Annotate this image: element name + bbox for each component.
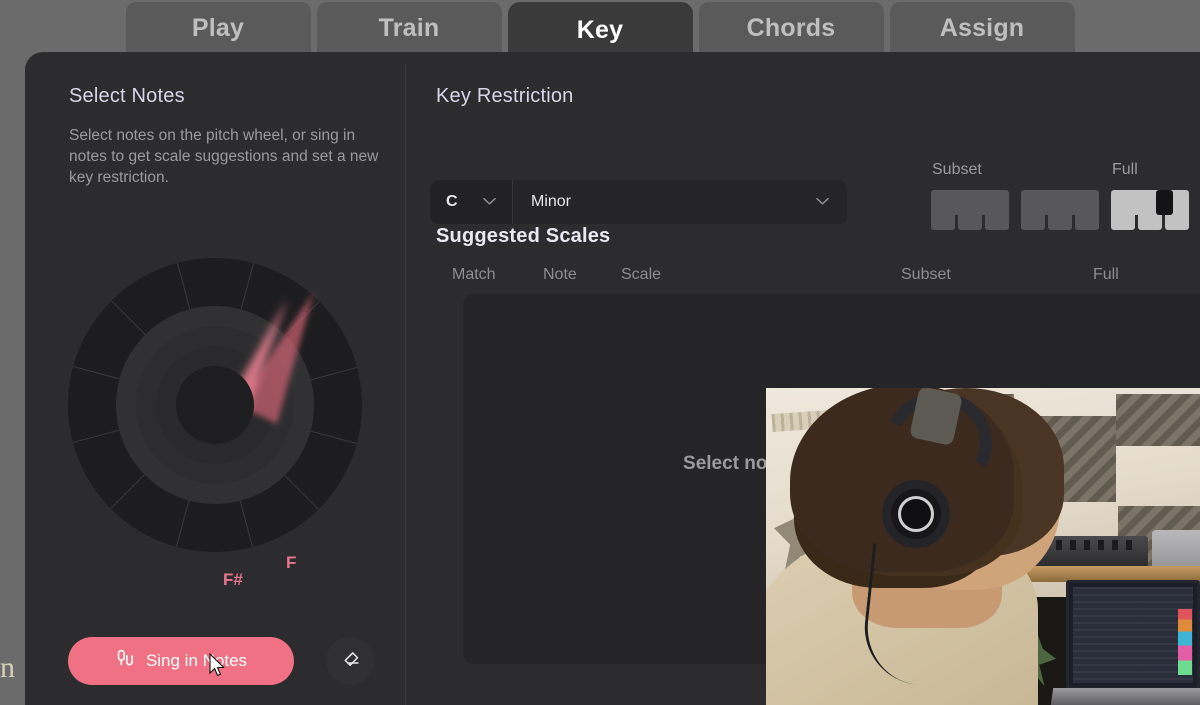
microphone-icon <box>115 648 136 674</box>
tab-key[interactable]: Key <box>507 2 693 58</box>
suggested-scales-title: Suggested Scales <box>436 225 611 247</box>
pitch-wheel-note-fsharp[interactable]: F# <box>223 570 243 590</box>
tab-bar: Play Train Key Chords Assign <box>0 0 1200 58</box>
daw-color-clips <box>1178 609 1192 675</box>
edge-glyph: n <box>0 651 15 684</box>
piano-preview-subset <box>931 190 1099 230</box>
tab-label: Key <box>576 15 624 44</box>
tab-assign[interactable]: Assign <box>889 2 1075 54</box>
webcam-video-overlay[interactable] <box>766 388 1200 705</box>
sing-in-notes-label: Sing in Notes <box>145 651 248 670</box>
daw-interface <box>1073 587 1193 683</box>
scale-select[interactable]: Minor <box>513 180 847 224</box>
root-note-select[interactable]: C <box>430 180 513 224</box>
pane-description: Select notes on the pitch wheel, or sing… <box>69 127 379 186</box>
tab-label: Assign <box>939 13 1025 42</box>
laptop-screen <box>1066 580 1200 690</box>
tab-train[interactable]: Train <box>316 2 502 54</box>
scale-value: Minor <box>531 193 572 210</box>
key-restriction-title: Key Restriction <box>436 85 574 107</box>
pitch-wheel[interactable]: F# F <box>68 258 362 589</box>
key-restriction-controls: C Minor <box>430 180 847 224</box>
select-notes-pane: Select Notes Select notes on the pitch w… <box>25 52 405 705</box>
piano-preview-full-label: Full <box>1112 161 1138 178</box>
mini-keyboard <box>1111 190 1189 230</box>
sing-in-notes-button[interactable]: Sing in Notes <box>68 637 294 685</box>
piano-preview-subset-label: Subset <box>932 161 982 178</box>
tab-label: Train <box>378 13 440 42</box>
mouse-cursor <box>209 652 227 679</box>
column-header-full: Full <box>1093 266 1119 283</box>
tab-label: Play <box>191 13 245 42</box>
tab-chords[interactable]: Chords <box>698 2 884 54</box>
column-header-note: Note <box>543 266 577 283</box>
acoustic-foam-panel <box>1116 394 1200 446</box>
chevron-down-icon <box>483 196 496 208</box>
mini-keyboard <box>931 190 1009 230</box>
piano-preview-full <box>1111 190 1200 230</box>
pitch-wheel-hub <box>176 366 254 444</box>
headphone-ear-cup-ring <box>898 496 934 532</box>
chevron-down-icon <box>816 196 829 208</box>
column-header-match: Match <box>452 266 496 283</box>
column-header-scale: Scale <box>621 266 662 283</box>
column-header-subset: Subset <box>901 266 951 283</box>
app-root: Play Train Key Chords Assign n Select No… <box>0 0 1200 705</box>
tab-label: Chords <box>746 13 836 42</box>
mini-keyboard <box>1021 190 1099 230</box>
eraser-icon <box>340 649 361 673</box>
laptop-keyboard <box>1050 688 1200 705</box>
erase-notes-button[interactable] <box>326 637 374 685</box>
root-note-value: C <box>446 193 458 210</box>
pitch-wheel-note-f[interactable]: F <box>286 553 296 573</box>
tab-play[interactable]: Play <box>125 2 311 54</box>
pane-title: Select Notes <box>69 85 185 107</box>
